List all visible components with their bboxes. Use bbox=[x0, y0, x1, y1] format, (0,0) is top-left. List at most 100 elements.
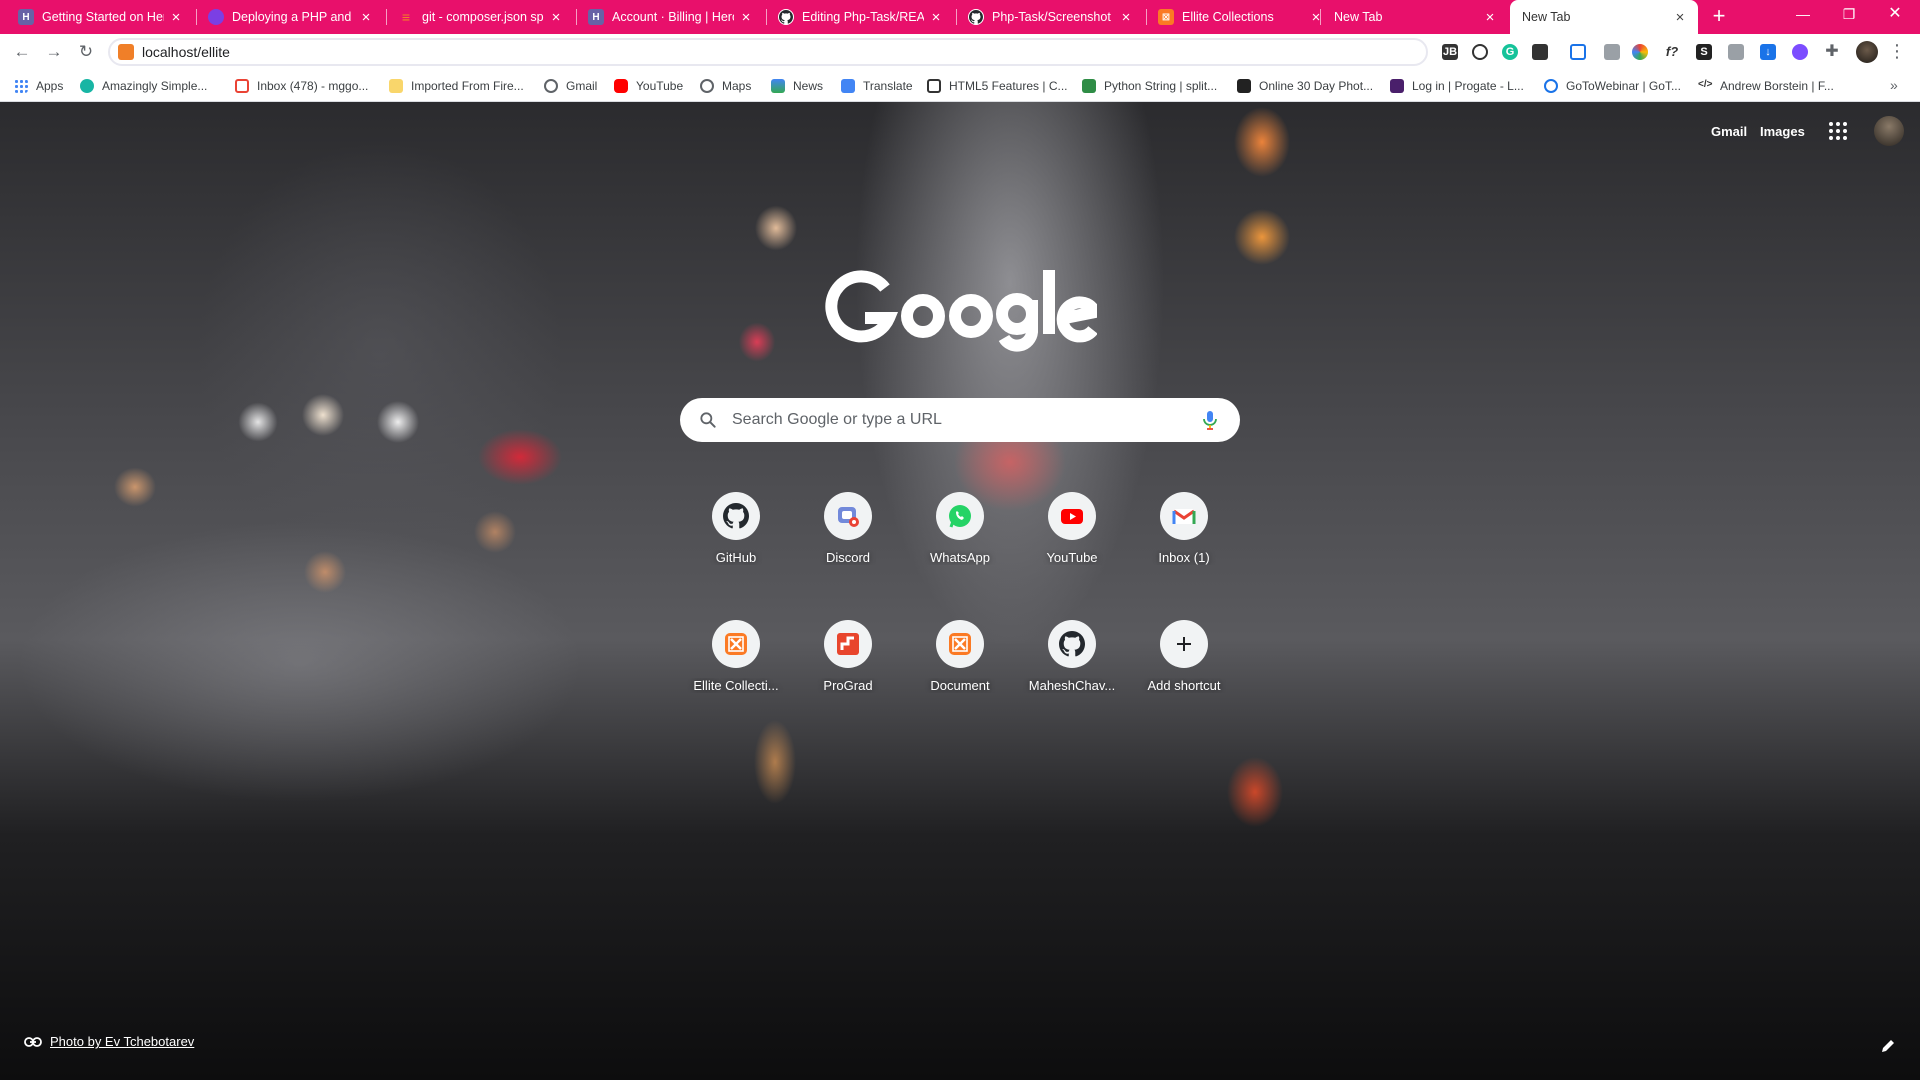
kebab-menu-icon[interactable]: ⋮ bbox=[1888, 42, 1906, 62]
bookmark-progate[interactable]: Log in | Progate - L... bbox=[1390, 77, 1524, 95]
account-avatar[interactable] bbox=[1874, 116, 1904, 146]
shortcut-label: GitHub bbox=[715, 550, 757, 565]
restore-button[interactable]: ❐ bbox=[1826, 0, 1872, 30]
tab-composer-json[interactable]: ≡ git - composer.json spe × bbox=[388, 0, 574, 34]
bookmark-label: Inbox (478) - mggo... bbox=[257, 79, 369, 93]
github-icon bbox=[1048, 620, 1096, 668]
shortcut-discord[interactable]: Discord bbox=[792, 476, 904, 588]
profile-avatar[interactable] bbox=[1856, 41, 1878, 63]
shortcut-document[interactable]: Document bbox=[904, 604, 1016, 716]
bookmark-andrew-borstein[interactable]: </> Andrew Borstein | F... bbox=[1698, 77, 1834, 95]
close-window-button[interactable]: ✕ bbox=[1872, 0, 1918, 30]
tab-editing-php-task[interactable]: Editing Php-Task/READ × bbox=[768, 0, 954, 34]
bookmark-apps[interactable]: Apps bbox=[14, 77, 63, 95]
bookmark-inbox[interactable]: Inbox (478) - mggo... bbox=[235, 77, 368, 95]
shortcut-label: Discord bbox=[825, 550, 871, 565]
stackoverflow-icon: ≡ bbox=[401, 9, 411, 25]
shortcut-maheshchav[interactable]: MaheshChav... bbox=[1016, 604, 1128, 716]
bookmark-online-30-day[interactable]: Online 30 Day Phot... bbox=[1237, 77, 1373, 95]
shortcut-github[interactable]: GitHub bbox=[680, 476, 792, 588]
tab-new-tab-active[interactable]: New Tab × bbox=[1510, 0, 1698, 34]
bookmark-maps[interactable]: Maps bbox=[700, 77, 751, 95]
close-icon[interactable]: × bbox=[168, 9, 184, 26]
bookmark-gotowebinar[interactable]: GoToWebinar | GoT... bbox=[1544, 77, 1681, 95]
bookmark-label: Online 30 Day Phot... bbox=[1259, 79, 1374, 93]
search-box[interactable] bbox=[680, 398, 1240, 442]
close-icon[interactable]: × bbox=[358, 9, 374, 26]
bookmark-translate[interactable]: Translate bbox=[841, 77, 913, 95]
whatsapp-icon bbox=[936, 492, 984, 540]
tab-getting-started-heroku[interactable]: H Getting Started on Hero × bbox=[8, 0, 194, 34]
tab-php-task-screenshot[interactable]: Php-Task/Screenshot ( × bbox=[958, 0, 1144, 34]
photo-attribution[interactable]: Photo by Ev Tchebotarev bbox=[24, 1034, 194, 1049]
shortcut-youtube[interactable]: YouTube bbox=[1016, 476, 1128, 588]
bookmark-python-string[interactable]: Python String | split... bbox=[1082, 77, 1217, 95]
bookmark-imported-folder[interactable]: Imported From Fire... bbox=[389, 77, 524, 95]
close-icon[interactable]: × bbox=[928, 9, 944, 26]
close-icon[interactable]: × bbox=[548, 9, 564, 26]
grammarly-icon[interactable]: G bbox=[1502, 44, 1518, 60]
back-button[interactable]: ← bbox=[12, 42, 32, 62]
search-input[interactable] bbox=[732, 411, 1198, 429]
bookmark-label: Amazingly Simple... bbox=[102, 79, 208, 93]
puzzle-extensions-icon[interactable]: ✚ bbox=[1824, 44, 1840, 60]
camera-icon[interactable] bbox=[1728, 44, 1744, 60]
xampp-icon: ⊠ bbox=[1158, 9, 1174, 25]
image-extension-icon[interactable] bbox=[1604, 44, 1620, 60]
globe-icon bbox=[700, 79, 714, 93]
heroku-icon: H bbox=[18, 9, 34, 25]
color-picker-icon[interactable] bbox=[1632, 44, 1648, 60]
shortcut-label: Inbox (1) bbox=[1158, 550, 1210, 565]
shortcut-add[interactable]: Add shortcut bbox=[1128, 604, 1240, 716]
tab-new-tab[interactable]: New Tab × bbox=[1322, 0, 1508, 34]
shortcut-ellite-collections[interactable]: Ellite Collecti... bbox=[680, 604, 792, 716]
purple-extension-icon[interactable] bbox=[1792, 44, 1808, 60]
formula-extension-icon[interactable]: f? bbox=[1664, 44, 1680, 60]
shortcut-prograd[interactable]: ProGrad bbox=[792, 604, 904, 716]
minimize-button[interactable]: — bbox=[1780, 0, 1826, 30]
pencil-icon[interactable] bbox=[1880, 1038, 1896, 1054]
cube-extension-icon[interactable] bbox=[1532, 44, 1548, 60]
bookmark-youtube[interactable]: YouTube bbox=[614, 77, 683, 95]
browser-toolbar: ← → ↻ localhost/ellite JB G f? S ↓ ✚ ⋮ bbox=[0, 34, 1920, 70]
forward-button[interactable]: → bbox=[44, 42, 64, 62]
s-extension-icon[interactable]: S bbox=[1696, 44, 1712, 60]
google-apps-icon[interactable] bbox=[1829, 122, 1847, 140]
close-icon[interactable]: × bbox=[1672, 9, 1688, 26]
gmail-link[interactable]: Gmail bbox=[1711, 124, 1747, 139]
tab-ellite-collections[interactable]: ⊠ Ellite Collections × bbox=[1148, 0, 1334, 34]
bookmark-news[interactable]: News bbox=[771, 77, 823, 95]
github-icon bbox=[778, 9, 794, 25]
shortcut-inbox[interactable]: Inbox (1) bbox=[1128, 476, 1240, 588]
jb-extension-icon[interactable]: JB bbox=[1442, 44, 1458, 60]
images-link[interactable]: Images bbox=[1760, 124, 1805, 139]
progate-icon bbox=[1390, 79, 1404, 93]
bookmark-html5-features[interactable]: HTML5 Features | C... bbox=[927, 77, 1067, 95]
bookmark-label: News bbox=[793, 79, 824, 93]
privacy-extension-icon[interactable] bbox=[1472, 44, 1488, 60]
shortcut-label: ProGrad bbox=[823, 678, 873, 693]
bookmark-gmail[interactable]: Gmail bbox=[544, 77, 597, 95]
reload-button[interactable]: ↻ bbox=[76, 42, 96, 62]
search-icon bbox=[700, 412, 716, 428]
shortcut-whatsapp[interactable]: WhatsApp bbox=[904, 476, 1016, 588]
screen-extension-icon[interactable] bbox=[1570, 44, 1586, 60]
gmail-icon bbox=[1160, 492, 1208, 540]
download-extension-icon[interactable]: ↓ bbox=[1760, 44, 1776, 60]
close-icon[interactable]: × bbox=[1118, 9, 1134, 26]
tab-account-billing[interactable]: H Account · Billing | Herol × bbox=[578, 0, 764, 34]
plus-icon bbox=[1160, 620, 1208, 668]
new-tab-button[interactable]: + bbox=[1707, 5, 1731, 29]
tab-title: Editing Php-Task/READ bbox=[802, 10, 924, 24]
apps-grid-icon bbox=[14, 79, 28, 93]
shortcut-label: Add shortcut bbox=[1147, 678, 1221, 693]
close-icon[interactable]: × bbox=[1482, 9, 1498, 26]
close-icon[interactable]: × bbox=[738, 9, 754, 26]
microphone-icon[interactable] bbox=[1198, 408, 1222, 432]
bookmark-amazingly-simple[interactable]: Amazingly Simple... bbox=[80, 77, 207, 95]
bookmark-label: HTML5 Features | C... bbox=[949, 79, 1068, 93]
github-icon bbox=[968, 9, 984, 25]
address-bar[interactable]: localhost/ellite bbox=[108, 38, 1428, 66]
chevron-right-icon[interactable]: » bbox=[1890, 77, 1898, 93]
tab-deploying-php[interactable]: Deploying a PHP and M × bbox=[198, 0, 384, 34]
